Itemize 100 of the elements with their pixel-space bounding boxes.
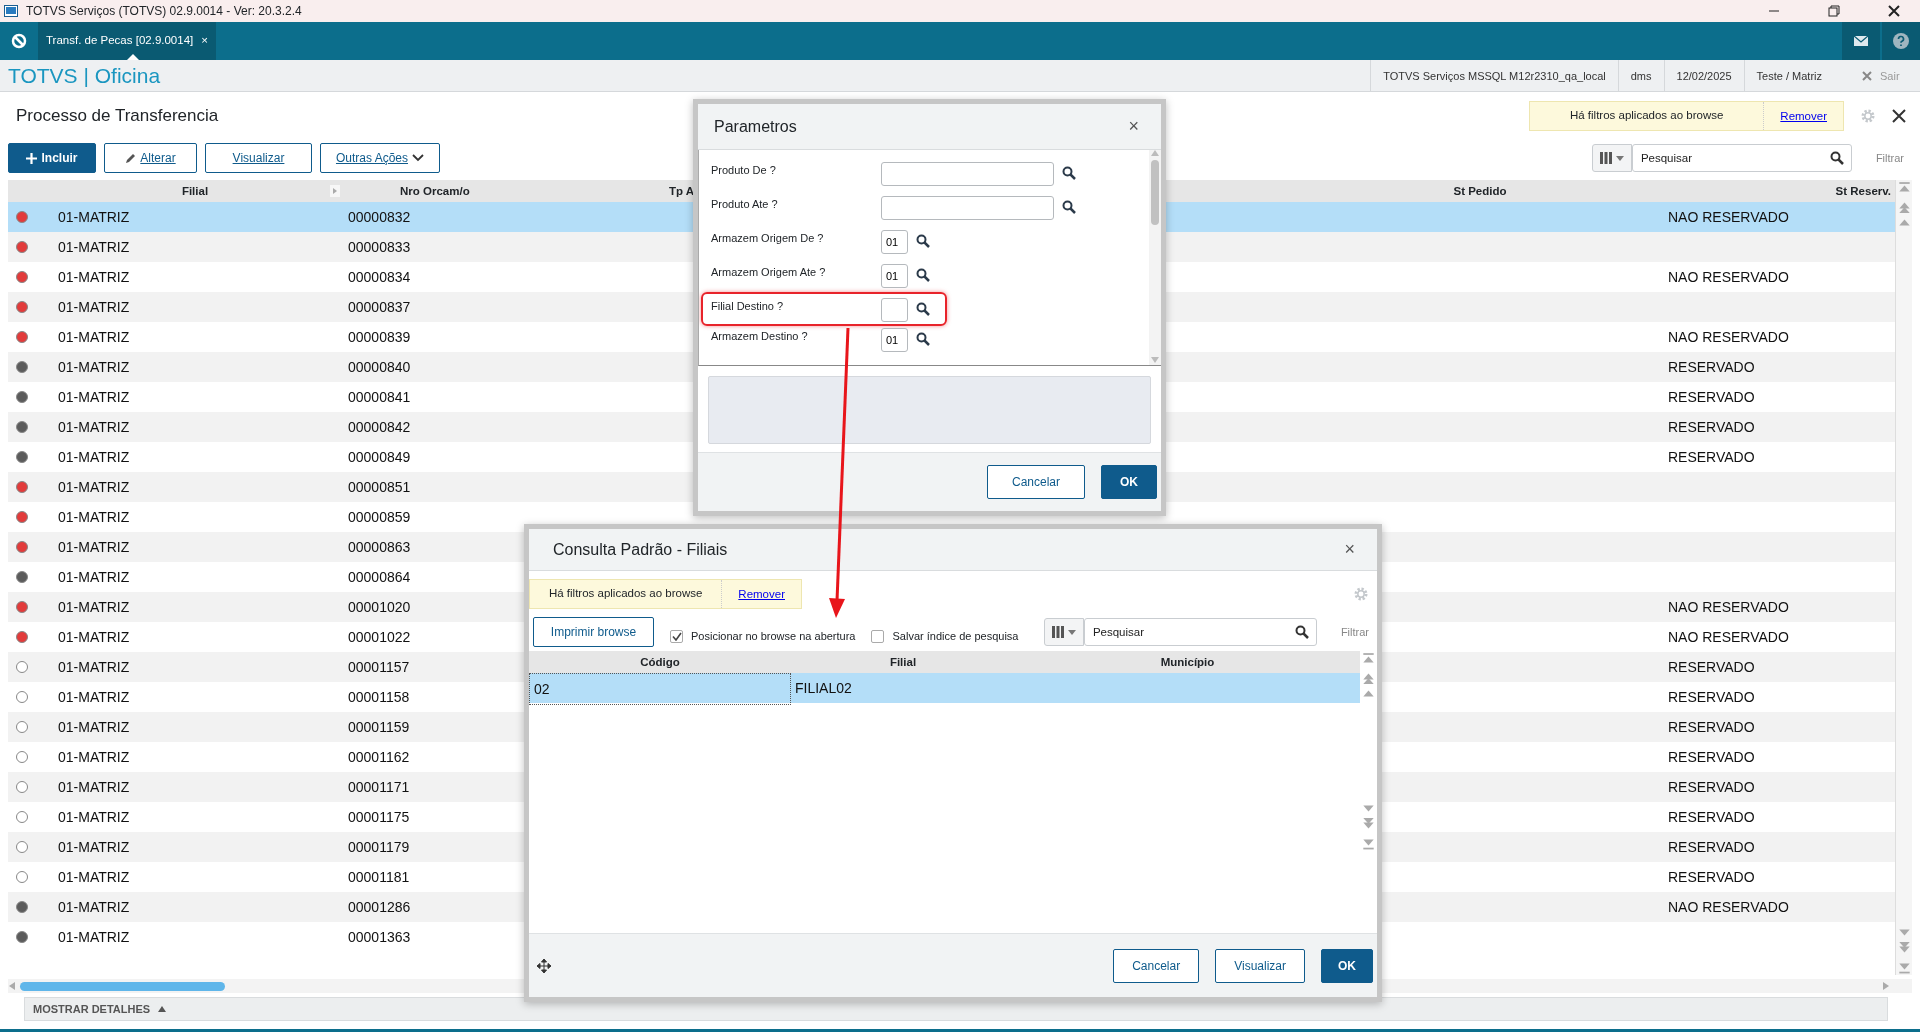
dialog-title: Parametros — [714, 116, 797, 137]
column-header[interactable]: Filial — [889, 656, 917, 668]
details-toggle[interactable]: MOSTRAR DETALHES — [25, 999, 173, 1019]
search-icon[interactable] — [916, 332, 930, 346]
table-cell: 01-MATRIZ — [58, 479, 130, 495]
window-title: TOTVS Serviços (TOTVS) 02.9.0014 - Ver: 20.3.2.4 — [26, 3, 303, 20]
column-header[interactable]: Filial — [181, 185, 209, 197]
checkbox-option[interactable]: Posicionar no browse na abertura — [670, 627, 856, 645]
table-cell: 00001022 — [348, 629, 411, 645]
table-cell: 00001162 — [348, 749, 410, 765]
remove-link[interactable]: Remover — [721, 580, 801, 608]
scroll-down-icon[interactable] — [1151, 357, 1159, 363]
table-cell: 01-MATRIZ — [58, 569, 130, 585]
table-cell: 00000839 — [348, 329, 411, 345]
close-icon[interactable] — [1892, 109, 1906, 123]
checkbox-option[interactable]: Salvar índice de pesquisa — [871, 627, 1019, 645]
column-selector-button[interactable] — [1043, 618, 1084, 646]
column-header[interactable]: Município — [1160, 656, 1215, 668]
table-cell: 00000833 — [348, 239, 411, 255]
scrollbar-thumb[interactable] — [20, 981, 225, 991]
input-field[interactable]: 01 — [881, 328, 908, 352]
filter-notice-text: Há filtros aplicados ao browse — [1568, 108, 1725, 124]
table-cell: 01-MATRIZ — [58, 839, 130, 855]
table-cell: 01-MATRIZ — [58, 209, 130, 225]
table-cell: 00000863 — [348, 539, 411, 555]
tab-close-button[interactable]: × — [201, 32, 208, 50]
table-cell: NAO RESERVADO — [1668, 899, 1789, 915]
table-cell: RESERVADO — [1668, 839, 1755, 855]
table-cell: RESERVADO — [1668, 359, 1755, 375]
column-header[interactable]: St Pedido — [1453, 185, 1507, 197]
column-header[interactable]: Tp A — [669, 185, 695, 197]
dialog-button[interactable]: OK — [1101, 465, 1157, 499]
dialog-button[interactable]: OK — [1321, 948, 1373, 983]
search-icon[interactable] — [1294, 625, 1309, 639]
search-icon[interactable] — [916, 302, 930, 316]
action-button[interactable]: Visualizar — [205, 143, 312, 173]
close-button[interactable]: × — [1338, 535, 1361, 564]
table-cell: 00001181 — [348, 869, 410, 885]
input-field[interactable] — [881, 298, 908, 322]
input-field[interactable] — [881, 196, 1054, 220]
dialog-button[interactable]: Visualizar — [1215, 948, 1305, 983]
dialog-button[interactable]: Cancelar — [986, 465, 1085, 499]
close-icon[interactable] — [1888, 5, 1900, 17]
move-icon[interactable] — [537, 958, 551, 973]
table-cell: RESERVADO — [1668, 389, 1755, 405]
filter-link[interactable]: Filtrar — [1340, 623, 1369, 641]
columns-icon — [1599, 151, 1612, 165]
table-cell: 01-MATRIZ — [58, 719, 130, 735]
print-button[interactable]: Imprimir browse — [533, 617, 654, 647]
table-cell: RESERVADO — [1668, 659, 1755, 675]
search-icon[interactable] — [916, 268, 930, 282]
table-cell: 00001171 — [348, 779, 410, 795]
help-icon[interactable] — [1893, 33, 1909, 49]
action-button[interactable]: Alterar — [104, 143, 197, 173]
table-cell: 00000851 — [348, 479, 411, 495]
column-header[interactable]: St Reserv. — [1835, 185, 1891, 197]
action-button[interactable]: Outras Ações — [320, 143, 440, 173]
input-field[interactable]: 01 — [881, 264, 908, 288]
pencil-icon — [125, 152, 137, 164]
dialog-button[interactable]: Cancelar — [1113, 948, 1200, 983]
table-cell: 01-MATRIZ — [58, 329, 130, 345]
columns-icon — [1051, 625, 1064, 639]
remove-link[interactable]: Remover — [1763, 102, 1843, 130]
chevron-icon — [412, 154, 424, 162]
search-field[interactable]: Pesquisar — [1631, 144, 1852, 172]
table-cell: 01-MATRIZ — [58, 539, 130, 555]
session-info: dms — [1617, 59, 1664, 92]
close-button[interactable]: × — [1122, 112, 1145, 141]
search-icon[interactable] — [1829, 151, 1844, 165]
search-icon[interactable] — [1062, 166, 1076, 180]
filter-link[interactable]: Filtrar — [1875, 149, 1904, 167]
mail-icon[interactable] — [1854, 36, 1868, 46]
search-icon[interactable] — [1062, 200, 1076, 214]
table-cell: 01-MATRIZ — [58, 629, 130, 645]
column-header[interactable]: Código — [640, 656, 680, 668]
column-resize-icon — [330, 185, 340, 197]
input-field[interactable] — [881, 162, 1054, 186]
session-info: TOTVS Serviços MSSQL M12r2310_qa_local — [1370, 59, 1618, 92]
input-field[interactable]: 01 — [881, 230, 908, 254]
field-label: Filial Destino ? — [711, 299, 785, 314]
table-cell: 01-MATRIZ — [58, 929, 130, 945]
scroll-right-icon[interactable] — [1882, 981, 1890, 991]
table-cell: 00000864 — [348, 569, 411, 585]
column-selector-button[interactable] — [1591, 144, 1632, 172]
table-cell: 02 — [534, 681, 550, 697]
settings-icon[interactable] — [1353, 586, 1369, 602]
table-cell: 01-MATRIZ — [58, 269, 130, 285]
tab[interactable]: Transf. de Pecas [02.9.0014] × — [38, 22, 216, 60]
column-header[interactable]: Nro Orcam/o — [400, 185, 470, 197]
table-cell: NAO RESERVADO — [1668, 329, 1789, 345]
restore-icon[interactable] — [1828, 5, 1840, 17]
search-icon[interactable] — [916, 234, 930, 248]
field-label: Armazem Origem Ate ? — [711, 265, 827, 280]
settings-icon[interactable] — [1860, 108, 1876, 124]
logo-icon[interactable] — [11, 33, 27, 49]
table-cell: RESERVADO — [1668, 419, 1755, 435]
scrollbar-thumb[interactable] — [1151, 160, 1159, 225]
search-field[interactable]: Pesquisar — [1083, 618, 1317, 646]
scroll-left-icon[interactable] — [8, 981, 16, 991]
action-button[interactable]: Incluir — [8, 143, 96, 173]
